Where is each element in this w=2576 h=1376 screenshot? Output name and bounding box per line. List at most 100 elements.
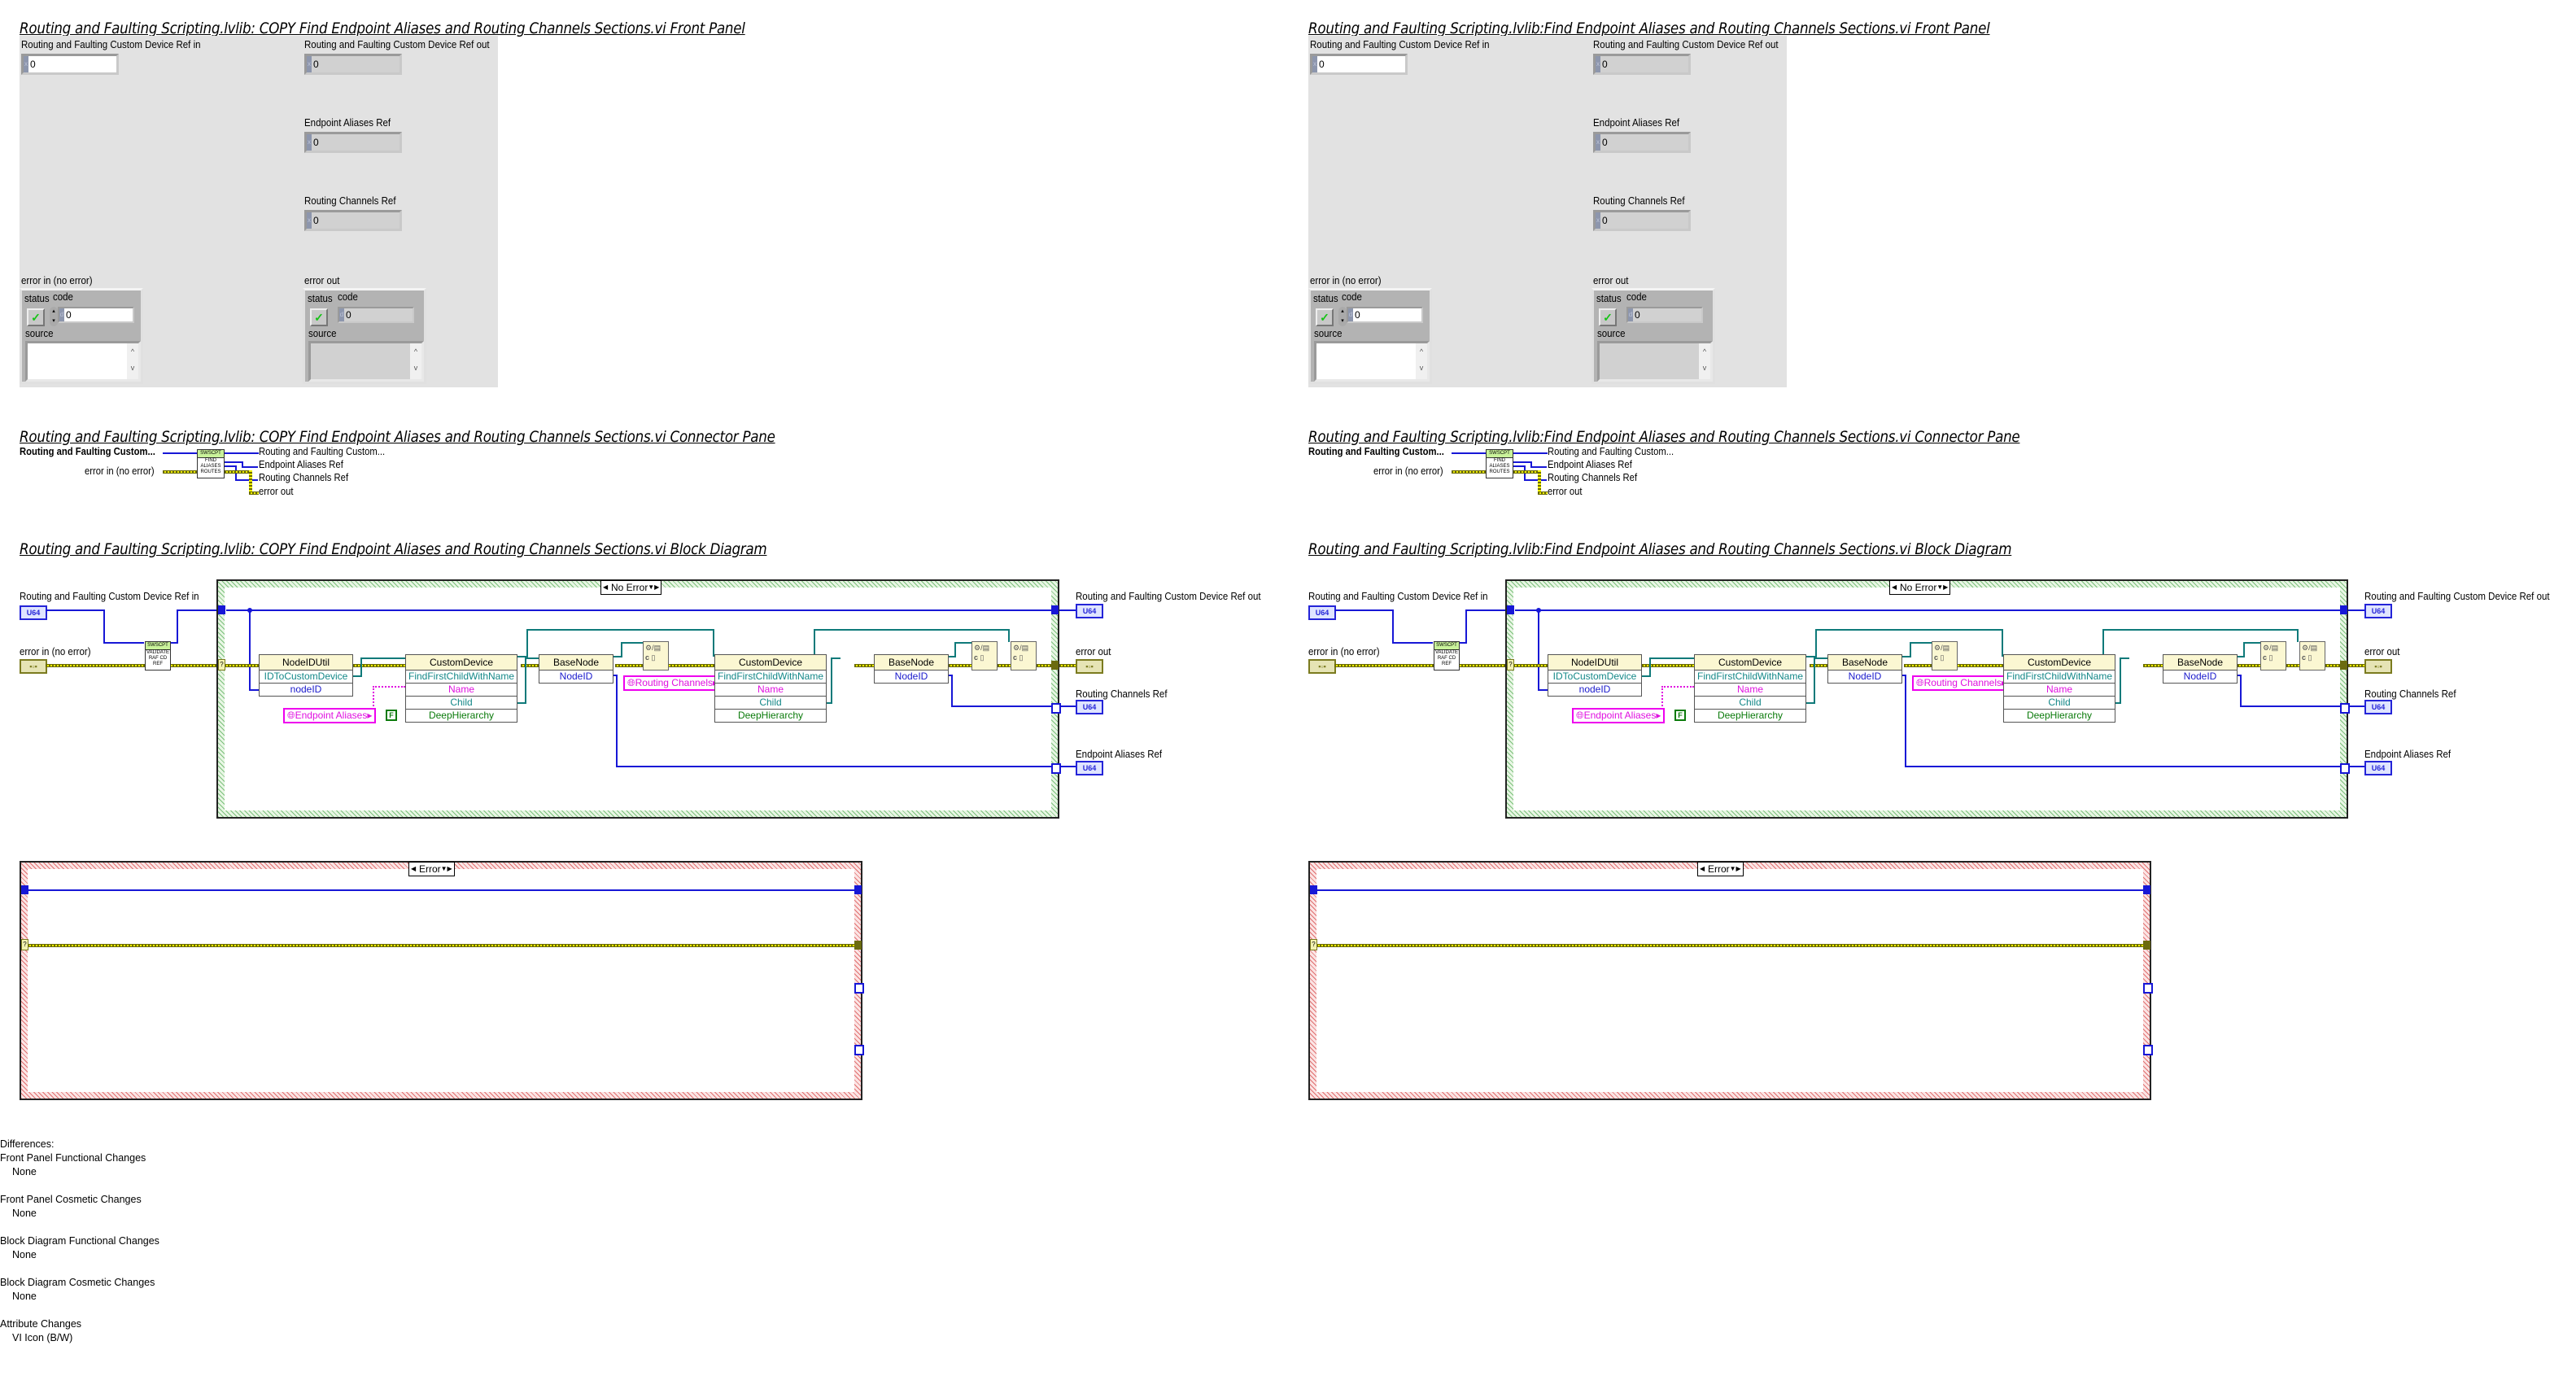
node-customdevice-2[interactable]: CustomDevice FindFirstChildWithName Name… <box>2003 654 2115 723</box>
source-label: source <box>308 328 337 339</box>
tunnel-ref-out <box>2340 605 2347 614</box>
wire-child-2-v <box>831 657 832 704</box>
close-reference-1[interactable]: ⚙/▤ c ▯ <box>1932 641 1958 671</box>
node-customdevice-2[interactable]: CustomDevice FindFirstChildWithName Name… <box>714 654 827 723</box>
code-input[interactable]: d0 <box>58 307 134 323</box>
wire-cd-ref-up <box>1815 629 1817 657</box>
wire-child-1-h <box>525 657 539 659</box>
bd-channels-terminal[interactable]: U64 <box>2364 700 2392 714</box>
source-scrollbar[interactable]: ^ v <box>1699 343 1710 379</box>
bd-ref-out-label: Routing and Faulting Custom Device Ref o… <box>1076 591 1261 602</box>
status-checkbox[interactable]: ✓ <box>1316 308 1334 326</box>
tunnel-ref-out <box>1051 605 1059 614</box>
node-nodeidutil[interactable]: NodeIDUtil IDToCustomDevice nodeID <box>1548 654 1642 697</box>
bd-ref-in-terminal[interactable]: U64 <box>1308 605 1336 620</box>
wire-cd-1-h <box>1649 657 1695 659</box>
code-increment-decrement[interactable]: ▴ ▾ <box>1338 307 1347 326</box>
close-reference-2[interactable]: ⚙/▤ c ▯ <box>2260 641 2286 671</box>
wire-bn1-ref-v <box>1910 642 1911 657</box>
cp-wire-ref-out <box>1513 452 1548 454</box>
source-scrollbar[interactable]: ^ v <box>1416 343 1427 379</box>
bd-error-out-terminal[interactable]: ▪▫▪ <box>1076 659 1103 674</box>
ref-in-control[interactable]: x0 <box>1310 54 1408 75</box>
source-scrollbar[interactable]: ^ v <box>127 343 138 379</box>
wire-validated-ref-v <box>1465 609 1467 644</box>
cp-wire-error-in <box>163 470 197 474</box>
wire-err-3 <box>521 664 539 667</box>
bd-ref-out-terminal[interactable]: U64 <box>2364 604 2392 618</box>
wire-err-8 <box>2286 664 2299 667</box>
close-reference-3[interactable]: ⚙/▤ c ▯ <box>2299 641 2325 671</box>
node-customdevice-1[interactable]: CustomDevice FindFirstChildWithName Name… <box>405 654 517 723</box>
bd-endpoint-terminal[interactable]: U64 <box>2364 761 2392 775</box>
code-label: code <box>1342 291 1362 303</box>
node-basenode-2[interactable]: BaseNode NodeID <box>2163 654 2238 684</box>
wire-channels-id-h <box>2240 705 2341 707</box>
source-scrollbar[interactable]: ^ v <box>410 343 421 379</box>
wire-cd2-ref-over <box>2102 629 2298 631</box>
wire-ref-through <box>226 609 1051 611</box>
cp-wire-error-out-h <box>1538 491 1548 495</box>
wire-err-8 <box>998 664 1011 667</box>
wire-ref-in-v <box>1392 609 1394 644</box>
bd-error-in-terminal[interactable]: ▪▫▪ <box>20 659 47 674</box>
wire-ref-to-nodeid <box>249 609 251 691</box>
node-basenode-2[interactable]: BaseNode NodeID <box>874 654 949 684</box>
bd-error-out-terminal[interactable]: ▪▫▪ <box>2364 659 2392 674</box>
bd-endpoint-label: Endpoint Aliases Ref <box>2364 749 2452 760</box>
const-endpoint-aliases[interactable]: 🌐︎Endpoint Aliases▸ <box>1572 708 1666 723</box>
source-label: source <box>1314 328 1343 339</box>
node-basenode-1[interactable]: BaseNode NodeID <box>539 654 613 684</box>
err-wire-error-through <box>28 944 856 947</box>
close-reference-2[interactable]: ⚙/▤ c ▯ <box>971 641 998 671</box>
case-selector-error[interactable]: ◀ Error ▼▶ <box>1697 862 1744 876</box>
const-routing-channels[interactable]: 🌐︎Routing Channels▸ <box>623 675 723 691</box>
status-checkbox[interactable]: ✓ <box>27 308 45 326</box>
close-reference-1[interactable]: ⚙/▤ c ▯ <box>643 641 669 671</box>
validate-subvi[interactable]: SWSCPT VALIDATE RAF CD REF <box>145 641 171 671</box>
wire-err-6 <box>854 664 874 667</box>
bd-ref-out-terminal[interactable]: U64 <box>1076 604 1103 618</box>
ref-out-indicator: x0 <box>304 54 402 75</box>
cp-output-error: error out <box>259 486 294 497</box>
const-false-1[interactable]: F <box>386 710 397 721</box>
bd-error-out-label: error out <box>2364 646 2400 657</box>
error-in-label: error in (no error) <box>1310 275 1382 286</box>
cp-output-endpoint: Endpoint Aliases Ref <box>1548 459 1632 470</box>
const-routing-channels[interactable]: 🌐︎Routing Channels▸ <box>1912 675 2011 691</box>
const-false-1[interactable]: F <box>1674 710 1686 721</box>
cp-wire-endpoint-h <box>242 466 258 468</box>
wire-bn2-ref-h <box>2243 642 2261 644</box>
tunnel-error-out <box>2340 661 2347 670</box>
source-textbox[interactable]: ^ v <box>25 341 141 382</box>
node-customdevice-1[interactable]: CustomDevice FindFirstChildWithName Name… <box>1694 654 1806 723</box>
wire-validated-ref-h <box>1465 609 1508 611</box>
close-reference-3[interactable]: ⚙/▤ c ▯ <box>1011 641 1037 671</box>
error-out-cluster: status code ✓ d0 source ^ v <box>1591 288 1715 384</box>
cp-wire-endpoint <box>225 461 242 463</box>
case-selector-error[interactable]: ◀ Error ▼▶ <box>408 862 455 876</box>
cp-wire-error-out <box>225 470 252 474</box>
source-textbox[interactable]: ^ v <box>1314 341 1430 382</box>
err-tunnel-channels-out <box>854 983 864 994</box>
code-increment-decrement[interactable]: ▴ ▾ <box>50 307 58 326</box>
wire-err-6 <box>2143 664 2163 667</box>
wire-endpoint-id-h <box>616 766 1052 767</box>
bd-ref-in-terminal[interactable]: U64 <box>20 605 47 620</box>
wire-endpoint-out <box>1059 766 1076 767</box>
cp-wire-channels-h <box>1524 479 1547 481</box>
wire-cd-ref-over <box>1815 629 2002 631</box>
case-selector-no-error[interactable]: ◀ No Error ▼▶ <box>600 580 662 595</box>
case-selector-terminal: ? <box>1507 659 1514 671</box>
node-nodeidutil[interactable]: NodeIDUtil IDToCustomDevice nodeID <box>259 654 353 697</box>
node-basenode-1[interactable]: BaseNode NodeID <box>1827 654 1902 684</box>
bd-channels-terminal[interactable]: U64 <box>1076 700 1103 714</box>
code-input[interactable]: d0 <box>1347 307 1423 323</box>
wire-cd2-ref-up <box>2102 629 2104 655</box>
ref-in-control[interactable]: x0 <box>21 54 119 75</box>
case-selector-no-error[interactable]: ◀ No Error ▼▶ <box>1889 580 1951 595</box>
bd-endpoint-terminal[interactable]: U64 <box>1076 761 1103 775</box>
validate-subvi[interactable]: SWSCPT VALIDATE RAF CD REF <box>1434 641 1460 671</box>
const-endpoint-aliases[interactable]: 🌐︎Endpoint Aliases▸ <box>283 708 377 723</box>
bd-error-in-terminal[interactable]: ▪▫▪ <box>1308 659 1336 674</box>
